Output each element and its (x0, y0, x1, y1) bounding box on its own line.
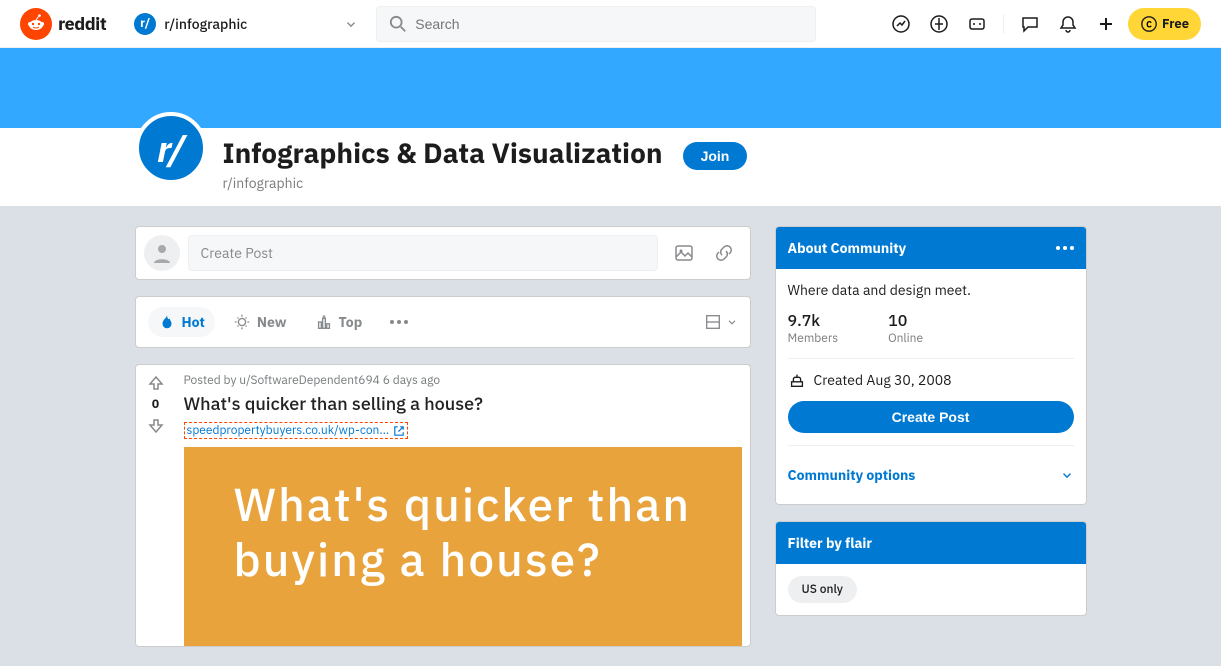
sidebar: About Community Where data and design me… (775, 226, 1087, 663)
flair-chip[interactable]: US only (788, 576, 857, 603)
user-avatar-icon[interactable] (144, 235, 180, 271)
post-author[interactable]: u/SoftwareDependent694 (239, 373, 380, 388)
image-post-icon[interactable] (666, 235, 702, 271)
svg-text:C: C (1146, 19, 1152, 30)
view-layout-toggle[interactable] (704, 313, 738, 331)
chevron-down-icon (726, 316, 738, 328)
reddit-logo[interactable]: reddit (20, 8, 106, 40)
post-body: Posted by u/SoftwareDependent694 6 days … (176, 365, 750, 646)
coins-icon[interactable] (923, 8, 955, 40)
content: Create Post Hot New Top (119, 226, 1103, 663)
hot-icon (158, 313, 176, 331)
chevron-down-icon (1060, 468, 1074, 482)
new-icon (233, 313, 251, 331)
subreddit-nav-label: r/infographic (164, 15, 247, 33)
popular-icon[interactable] (885, 8, 917, 40)
cake-icon (788, 371, 806, 389)
post-image[interactable]: What's quicker than buying a house? (184, 447, 742, 646)
chat-icon[interactable] (1014, 8, 1046, 40)
sort-bar: Hot New Top (135, 296, 751, 348)
create-post-bar: Create Post (135, 226, 751, 280)
about-card: About Community Where data and design me… (775, 226, 1087, 505)
members-stat: 9.7k Members (788, 311, 839, 346)
reddit-snoo-icon (20, 8, 52, 40)
talk-icon[interactable] (961, 8, 993, 40)
top-icon (315, 313, 333, 331)
post-external-link[interactable]: speedpropertybuyers.co.uk/wp-con... (184, 422, 409, 439)
vote-column: 0 (136, 365, 176, 646)
post-title[interactable]: What's quicker than selling a house? (184, 392, 742, 415)
chevron-down-icon (344, 17, 358, 31)
join-button[interactable]: Join (683, 142, 748, 170)
subreddit-dropdown[interactable]: r/ r/infographic (126, 13, 366, 35)
flair-card: Filter by flair US only (775, 521, 1087, 616)
subreddit-nav-icon: r/ (134, 13, 156, 35)
online-stat: 10 Online (888, 311, 923, 346)
reddit-wordmark: reddit (58, 12, 106, 35)
create-icon[interactable] (1090, 8, 1122, 40)
upvote-icon[interactable] (146, 373, 166, 393)
more-sort-icon[interactable] (380, 314, 418, 330)
created-row: Created Aug 30, 2008 (788, 371, 1074, 389)
top-header: reddit r/ r/infographic C Free (0, 0, 1221, 48)
community-options[interactable]: Community options (788, 458, 1074, 492)
card-view-icon (704, 313, 722, 331)
link-post-icon[interactable] (706, 235, 742, 271)
vote-score: 0 (152, 397, 159, 412)
create-post-input[interactable]: Create Post (188, 235, 658, 271)
search-bar[interactable] (376, 6, 816, 42)
sort-top[interactable]: Top (305, 307, 373, 337)
community-header: r/ Infographics & Data Visualization r/i… (0, 128, 1221, 206)
search-input[interactable] (415, 16, 803, 32)
sort-hot[interactable]: Hot (148, 307, 215, 337)
more-icon[interactable] (1056, 246, 1074, 250)
flair-title: Filter by flair (788, 534, 873, 552)
community-subreddit: r/infographic (223, 174, 663, 192)
community-icon: r/ (135, 112, 207, 184)
about-title: About Community (788, 239, 907, 257)
main-column: Create Post Hot New Top (135, 226, 751, 663)
sidebar-create-post-button[interactable]: Create Post (788, 401, 1074, 433)
post-card[interactable]: 0 Posted by u/SoftwareDependent694 6 day… (135, 364, 751, 647)
free-coins-button[interactable]: C Free (1128, 8, 1201, 40)
community-description: Where data and design meet. (788, 281, 1074, 299)
external-link-icon (393, 425, 405, 437)
header-actions: C Free (885, 8, 1201, 40)
coin-icon: C (1140, 15, 1158, 33)
post-time: 6 days ago (383, 373, 440, 388)
downvote-icon[interactable] (146, 416, 166, 436)
divider (1003, 14, 1004, 34)
post-meta: Posted by u/SoftwareDependent694 6 days … (184, 373, 742, 388)
sort-new[interactable]: New (223, 307, 297, 337)
community-title: Infographics & Data Visualization (223, 136, 663, 170)
free-label: Free (1162, 15, 1189, 32)
search-icon (389, 15, 407, 33)
notifications-icon[interactable] (1052, 8, 1084, 40)
